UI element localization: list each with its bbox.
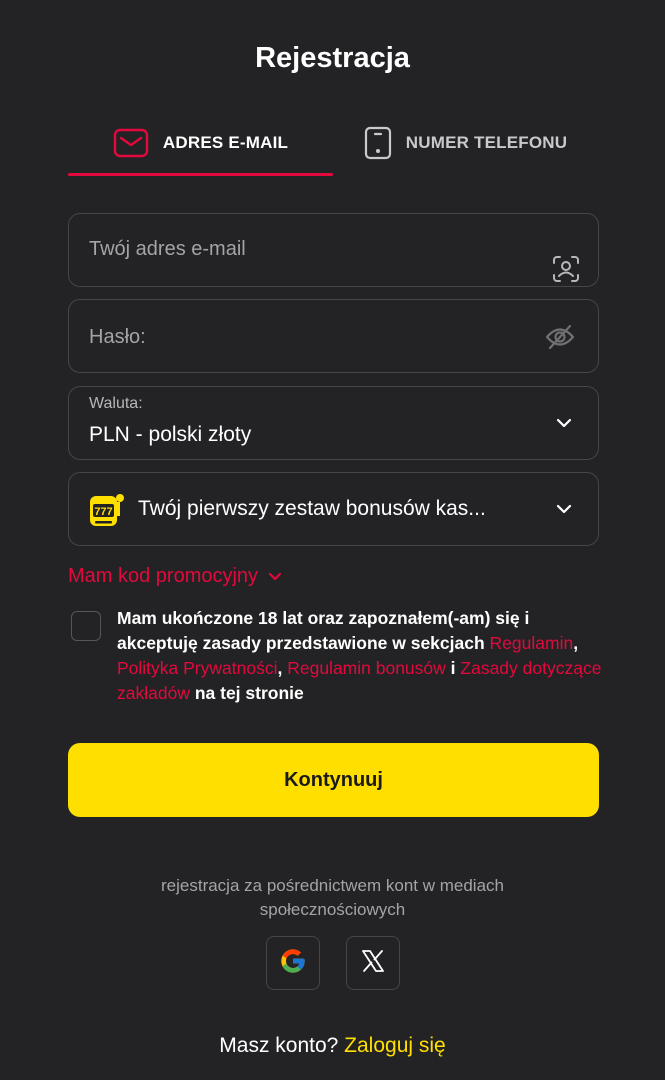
google-login-button[interactable] xyxy=(266,936,320,990)
tab-phone[interactable]: NUMER TELEFONU xyxy=(333,112,598,174)
consent-separator: i xyxy=(445,658,461,678)
bonus-value: Twój pierwszy zestaw bonusów kas... xyxy=(138,497,486,520)
email-placeholder: Twój adres e-mail xyxy=(89,238,246,260)
eye-off-icon[interactable] xyxy=(545,324,575,355)
currency-select[interactable]: Waluta: PLN - polski złoty xyxy=(68,386,599,460)
google-icon xyxy=(279,947,307,980)
promo-code-label: Mam kod promocyjny xyxy=(68,565,259,587)
page-title: Rejestracja xyxy=(255,42,410,74)
consent-text-part: Mam ukończone 18 lat oraz zapoznałem(-am… xyxy=(117,608,530,653)
face-scan-icon[interactable] xyxy=(552,255,580,288)
bonus-select[interactable]: 777 Twój pierwszy zestaw bonusów kas... xyxy=(68,472,599,546)
chevron-down-icon xyxy=(556,416,572,434)
social-registration-text: rejestracja za pośrednictwem kont w medi… xyxy=(161,876,504,919)
login-link[interactable]: Zaloguj się xyxy=(344,1034,446,1057)
consent-separator: , xyxy=(573,633,579,653)
tab-email[interactable]: ADRES E-MAIL xyxy=(68,112,333,174)
promo-code-toggle[interactable]: Mam kod promocyjny xyxy=(68,565,282,588)
continue-button[interactable]: Kontynuuj xyxy=(68,743,599,817)
x-login-button[interactable] xyxy=(346,936,400,990)
currency-label: Waluta: xyxy=(89,395,143,412)
consent-separator: , xyxy=(277,658,288,678)
chevron-down-icon xyxy=(556,502,572,520)
consent-text-part: na tej stronie xyxy=(189,683,304,703)
email-field[interactable]: Twój adres e-mail xyxy=(68,213,599,287)
registration-tabs: ADRES E-MAIL NUMER TELEFONU xyxy=(68,112,598,176)
link-privacy-policy[interactable]: Polityka Prywatności xyxy=(117,658,277,678)
password-field[interactable]: Hasło: xyxy=(68,299,599,373)
active-tab-indicator xyxy=(68,173,333,176)
consent-checkbox[interactable] xyxy=(71,611,101,641)
link-bonus-rules[interactable]: Regulamin bonusów xyxy=(287,658,446,678)
slot-machine-icon: 777 xyxy=(87,490,125,535)
login-prompt: Masz konto? xyxy=(219,1034,345,1057)
registration-page: Rejestracja ADRES E-MAIL NUMER TELEFONU xyxy=(0,0,665,1080)
link-regulamin[interactable]: Regulamin xyxy=(490,633,574,653)
x-icon xyxy=(360,948,386,979)
envelope-icon xyxy=(113,128,149,158)
currency-value: PLN - polski złoty xyxy=(89,423,252,446)
tab-phone-label: NUMER TELEFONU xyxy=(405,133,568,152)
login-row: Masz konto? Zaloguj się xyxy=(0,1034,665,1058)
password-placeholder: Hasło: xyxy=(89,326,146,348)
chevron-down-icon xyxy=(268,565,282,588)
phone-icon xyxy=(364,126,392,160)
tab-email-label: ADRES E-MAIL xyxy=(162,133,289,152)
consent-text: Mam ukończone 18 lat oraz zapoznałem(-am… xyxy=(117,606,607,706)
svg-text:777: 777 xyxy=(94,506,112,518)
